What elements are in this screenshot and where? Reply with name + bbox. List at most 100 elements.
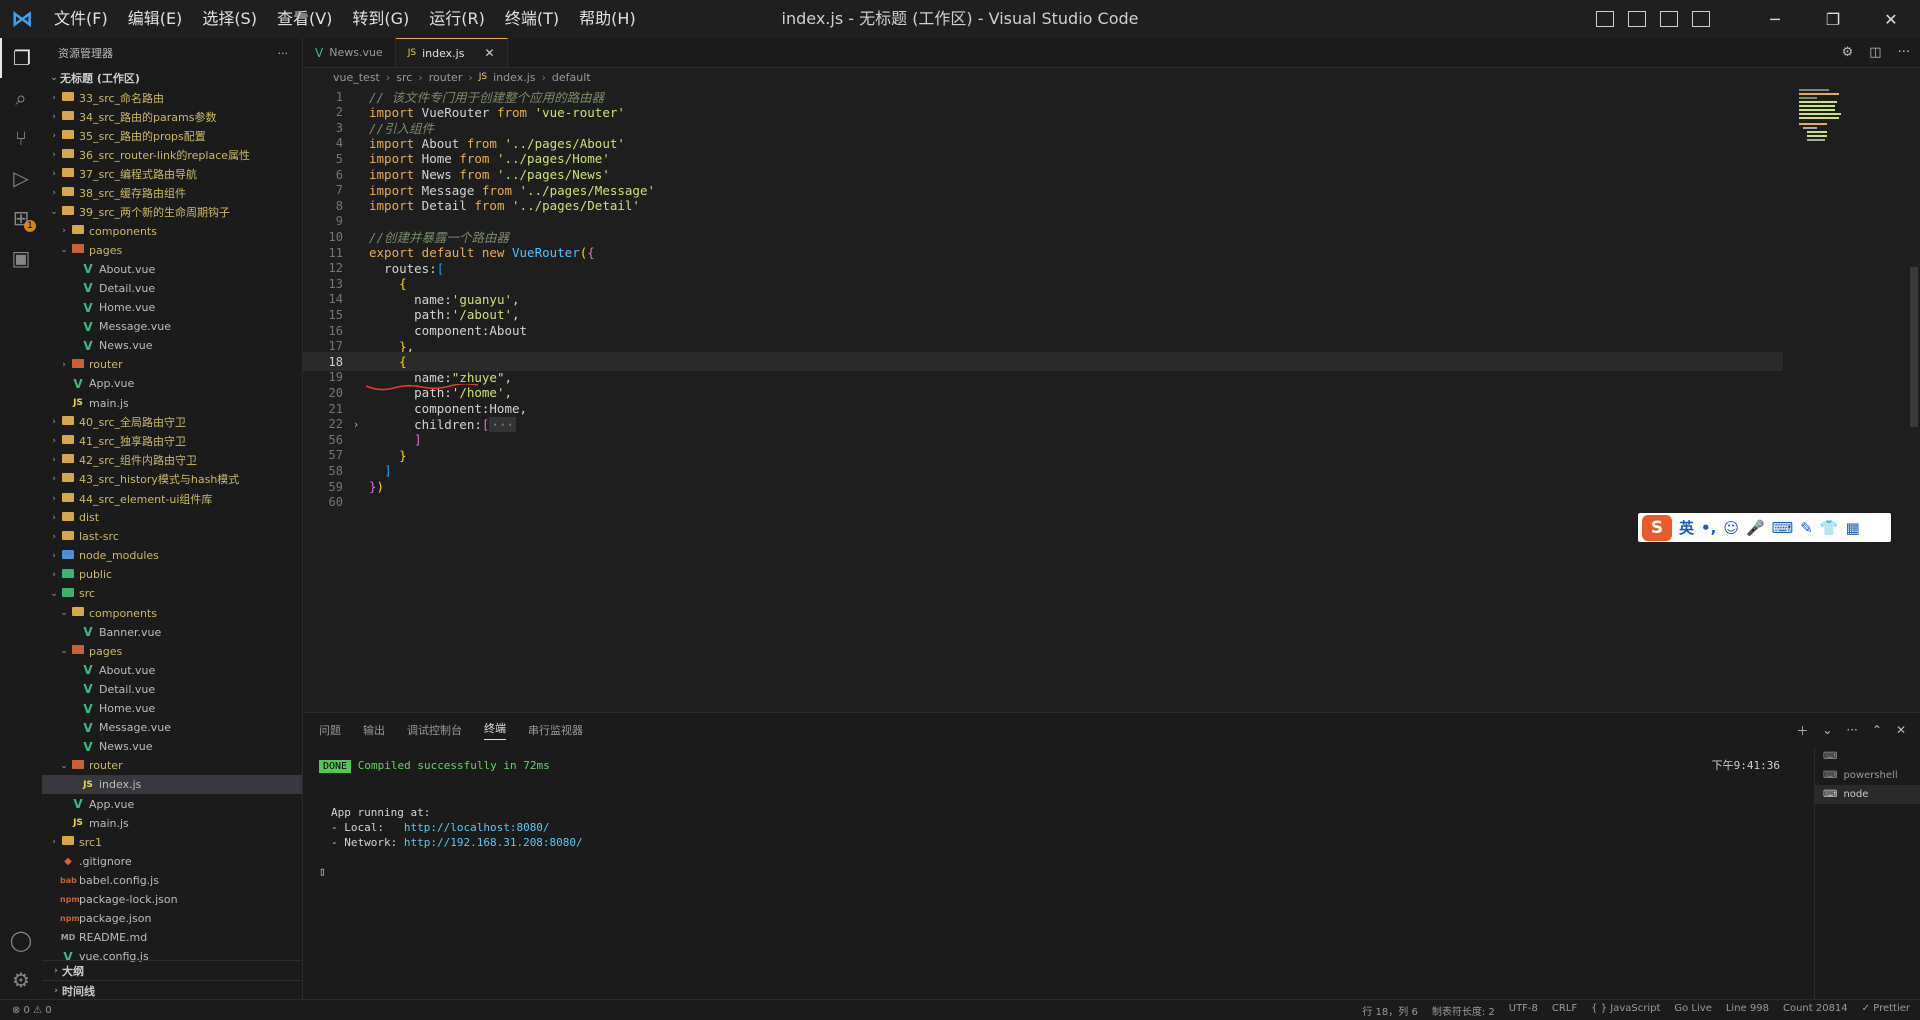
tree-folder[interactable]: › 40_src_全局路由守卫 (42, 413, 302, 432)
tree-folder[interactable]: ⌄ 39_src_两个新的生命周期钩子 (42, 203, 302, 222)
ime-mode-toggle[interactable]: 英 (1679, 517, 1694, 538)
tree-folder[interactable]: › 42_src_组件内路由守卫 (42, 451, 302, 470)
menu-edit[interactable]: 编辑(E) (118, 0, 193, 38)
status-item[interactable]: Line 998 (1726, 1003, 1769, 1018)
breadcrumb-src[interactable]: src (396, 71, 412, 84)
tree-file[interactable]: JS index.js (42, 775, 302, 795)
tree-file[interactable]: V News.vue (42, 336, 302, 355)
workspace-root[interactable]: ⌄ 无标题 (工作区) (42, 68, 302, 88)
tab-output[interactable]: 输出 (363, 722, 385, 738)
menu-go[interactable]: 转到(G) (342, 0, 419, 38)
tab-debug-console[interactable]: 调试控制台 (407, 722, 462, 738)
code-line[interactable]: 60 (303, 493, 1783, 512)
status-item[interactable]: UTF-8 (1509, 1003, 1538, 1018)
tree-folder[interactable]: ⌄ router (42, 756, 302, 775)
terminal-item-powershell[interactable]: ⌨ powershell (1815, 766, 1920, 785)
network-url[interactable]: http://192.168.31.208:8080/ (404, 836, 583, 849)
tree-folder[interactable]: ⌄ src (42, 584, 302, 603)
tree-file[interactable]: JS main.js (42, 394, 302, 413)
tab-serial-monitor[interactable]: 串行监视器 (528, 722, 583, 738)
timeline-section[interactable]: › 时间线 (42, 980, 302, 1000)
extensions-icon[interactable]: ⊞ 1 (0, 198, 42, 238)
tree-folder[interactable]: › 35_src_路由的props配置 (42, 126, 302, 145)
close-panel-icon[interactable]: ✕ (1896, 723, 1906, 737)
terminal-item-node[interactable]: ⌨ node (1815, 785, 1920, 804)
tree-file[interactable]: npm package-lock.json (42, 890, 302, 909)
tree-file[interactable]: V App.vue (42, 374, 302, 393)
status-item[interactable]: ✓ Prettier (1862, 1003, 1910, 1018)
terminal-item-1[interactable]: ⌨ (1815, 747, 1920, 766)
tree-file[interactable]: V Message.vue (42, 718, 302, 737)
menu-view[interactable]: 查看(V) (267, 0, 342, 38)
tree-folder[interactable]: › last-src (42, 527, 302, 546)
terminal-output[interactable]: DONE Compiled successfully in 72ms App r… (319, 759, 1799, 880)
run-debug-icon[interactable]: ▷ (0, 158, 42, 198)
tree-folder[interactable]: › dist (42, 508, 302, 527)
tree-folder[interactable]: › router (42, 355, 302, 374)
tree-folder[interactable]: ⌄ components (42, 604, 302, 623)
tree-file[interactable]: V Banner.vue (42, 623, 302, 642)
menu-help[interactable]: 帮助(H) (569, 0, 646, 38)
emoji-icon[interactable]: ☺ (1723, 519, 1739, 537)
tree-file[interactable]: npm package.json (42, 909, 302, 928)
tree-file[interactable]: MD README.md (42, 928, 302, 947)
tree-file[interactable]: V Home.vue (42, 699, 302, 718)
more-actions-icon[interactable]: ··· (1846, 723, 1857, 737)
tree-folder[interactable]: › public (42, 565, 302, 584)
editor-scrollbar[interactable] (1908, 87, 1920, 712)
menu-run[interactable]: 运行(R) (419, 0, 495, 38)
breadcrumb-symbol[interactable]: default (552, 71, 591, 84)
code-editor[interactable]: 1// 该文件专门用于创建整个应用的路由器 2 import VueRouter f… (303, 87, 1920, 712)
tree-folder[interactable]: › src1 (42, 833, 302, 852)
tree-folder[interactable]: › 33_src_命名路由 (42, 88, 302, 107)
status-item[interactable]: 制表符长度: 2 (1432, 1003, 1495, 1018)
tree-folder[interactable]: › 38_src_缓存路由组件 (42, 183, 302, 202)
toggle-secondary-sidebar-icon[interactable] (1660, 11, 1678, 27)
tree-file[interactable]: V News.vue (42, 737, 302, 756)
new-terminal-icon[interactable]: ＋ (1796, 722, 1808, 739)
tree-folder[interactable]: › node_modules (42, 546, 302, 565)
tab-index-js[interactable]: JS index.js ✕ (395, 38, 508, 67)
tab-news-vue[interactable]: V News.vue (303, 38, 396, 67)
close-tab-icon[interactable]: ✕ (484, 46, 494, 60)
menu-selection[interactable]: 选择(S) (192, 0, 267, 38)
microphone-icon[interactable]: 🎤 (1746, 519, 1765, 537)
tab-problems[interactable]: 问题 (319, 722, 341, 738)
settings-gear-icon[interactable]: ⚙ (0, 960, 42, 1000)
scrollbar-thumb[interactable] (1910, 267, 1918, 427)
ime-toolbar[interactable]: S 英 •, ☺ 🎤 ⌨ ✎ 👕 ▦ (1638, 513, 1891, 542)
menu-file[interactable]: 文件(F) (44, 0, 118, 38)
tab-terminal[interactable]: 终端 (484, 720, 506, 740)
explorer-icon[interactable]: ❐ (0, 38, 42, 78)
tree-file[interactable]: V Message.vue (42, 317, 302, 336)
tree-folder[interactable]: › 41_src_独享路由守卫 (42, 432, 302, 451)
tree-file[interactable]: V About.vue (42, 260, 302, 279)
breadcrumb-file[interactable]: index.js (493, 71, 535, 84)
search-icon[interactable]: ⌕ (0, 78, 42, 118)
tree-file[interactable]: bab babel.config.js (42, 871, 302, 890)
tree-file[interactable]: V App.vue (42, 794, 302, 813)
toggle-sidebar-icon[interactable] (1596, 11, 1614, 27)
menu-grid-icon[interactable]: ▦ (1846, 519, 1860, 537)
ime-punctuation-toggle[interactable]: •, (1701, 519, 1716, 537)
maximize-panel-icon[interactable]: ⌃ (1872, 723, 1882, 737)
tools-icon[interactable]: ✎ (1800, 519, 1813, 537)
menu-terminal[interactable]: 终端(T) (495, 0, 569, 38)
restore-icon[interactable]: ❐ (1804, 0, 1862, 38)
status-item[interactable]: Count 20814 (1783, 1003, 1848, 1018)
status-item[interactable]: { } JavaScript (1591, 1003, 1660, 1018)
tree-folder[interactable]: › 43_src_history模式与hash模式 (42, 470, 302, 489)
skin-icon[interactable]: 👕 (1820, 519, 1839, 537)
compare-icon[interactable]: ⚙ (1842, 45, 1854, 60)
minimize-icon[interactable]: ─ (1746, 0, 1804, 38)
tree-folder[interactable]: › 34_src_路由的params参数 (42, 107, 302, 126)
toggle-panel-icon[interactable] (1628, 11, 1646, 27)
tree-folder[interactable]: › components (42, 222, 302, 241)
status-item[interactable]: CRLF (1552, 1003, 1577, 1018)
tree-folder[interactable]: ⌄ pages (42, 241, 302, 260)
account-icon[interactable]: ◯ (0, 920, 42, 960)
tree-folder[interactable]: ⌄ pages (42, 642, 302, 661)
source-control-icon[interactable]: ⑂ (0, 118, 42, 158)
local-url[interactable]: http://localhost:8080/ (404, 821, 550, 834)
keyboard-icon[interactable]: ⌨ (1772, 519, 1794, 537)
